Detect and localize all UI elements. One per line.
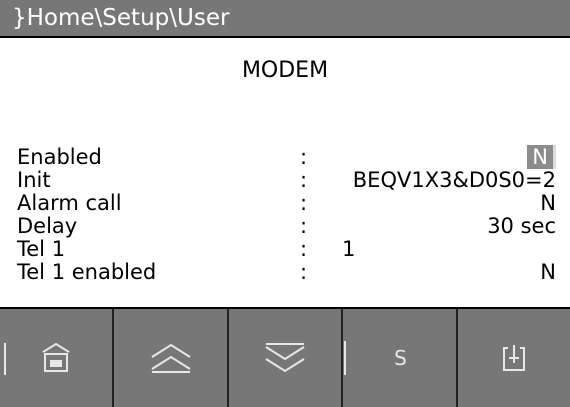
field-value-enabled[interactable]: N xyxy=(527,145,556,169)
hmi-screen: }Home\Setup\User MODEM Enabled : N Init … xyxy=(0,0,570,407)
field-separator: : xyxy=(300,145,308,169)
softkey-toolbar: S xyxy=(0,307,570,407)
field-label: Tel 1 enabled xyxy=(17,260,157,284)
s-softkey-button[interactable]: S xyxy=(343,309,458,407)
field-value-init[interactable]: BEQV1X3&D0S0=2 xyxy=(353,168,556,192)
field-label: Delay xyxy=(17,214,78,238)
edit-cursor[interactable]: N xyxy=(527,145,556,169)
field-row-init[interactable]: Init : BEQV1X3&D0S0=2 xyxy=(0,168,570,192)
field-value-delay[interactable]: 30 sec xyxy=(487,214,556,238)
s-key-label: S xyxy=(344,341,454,375)
field-separator: : xyxy=(300,260,308,284)
exit-button[interactable] xyxy=(458,309,570,407)
field-row-alarm-call[interactable]: Alarm call : N xyxy=(0,191,570,215)
field-separator: : xyxy=(300,237,308,261)
button-divider xyxy=(4,343,6,375)
page-down-button[interactable] xyxy=(229,309,344,407)
page-title: MODEM xyxy=(241,58,329,83)
page-up-icon xyxy=(148,341,194,375)
field-row-tel1-enabled[interactable]: Tel 1 enabled : N xyxy=(0,260,570,284)
field-separator: : xyxy=(300,191,308,215)
field-row-delay[interactable]: Delay : 30 sec xyxy=(0,214,570,238)
field-label: Init xyxy=(17,168,51,192)
field-value-tel1-enabled[interactable]: N xyxy=(540,260,556,284)
field-label: Tel 1 xyxy=(17,237,66,261)
field-label: Enabled xyxy=(17,145,102,169)
field-separator: : xyxy=(300,168,308,192)
home-icon xyxy=(39,341,73,375)
field-separator: : xyxy=(300,214,308,238)
page-up-button[interactable] xyxy=(114,309,229,407)
field-value-tel1[interactable]: 1 xyxy=(342,237,355,261)
home-button[interactable] xyxy=(0,309,115,407)
field-value-alarm-call[interactable]: N xyxy=(540,191,556,215)
exit-icon xyxy=(499,341,529,375)
field-label: Alarm call xyxy=(17,191,122,215)
page-down-icon xyxy=(262,341,308,375)
breadcrumb: }Home\Setup\User xyxy=(0,0,570,38)
field-row-enabled[interactable]: Enabled : N xyxy=(0,145,570,169)
field-row-tel1[interactable]: Tel 1 : 1 xyxy=(0,237,570,261)
